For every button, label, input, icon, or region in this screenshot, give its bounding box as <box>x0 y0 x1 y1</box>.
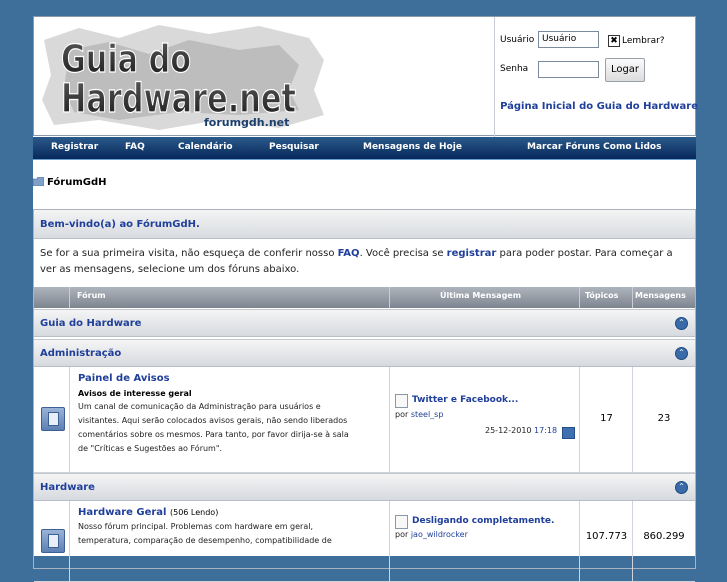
last-post-date: 25-12-2010 17:18 <box>485 426 558 435</box>
forum-description: Um canal de comunicação da Administração… <box>78 402 349 453</box>
nav-calendario[interactable]: Calendário <box>178 142 233 152</box>
category-title[interactable]: Guia do Hardware <box>40 318 141 329</box>
nav-pesquisar[interactable]: Pesquisar <box>269 142 319 152</box>
category-title[interactable]: Hardware <box>40 482 95 493</box>
col-posts: Mensagens <box>635 291 686 300</box>
forum-description: Nosso fórum principal. Problemas com har… <box>78 522 332 545</box>
last-post-user[interactable]: steel_sp <box>411 410 444 419</box>
forum-row-hardware-geral: Hardware Geral (506 Lendo) Nosso fórum p… <box>34 501 695 582</box>
remember-checkbox[interactable]: ✖ <box>608 35 620 47</box>
col-last-post: Última Mensagem <box>440 291 522 300</box>
forum-info-cell: Hardware Geral (506 Lendo) Nosso fórum p… <box>70 501 390 581</box>
header: Guia do Hardware.net forumgdh.net Usuári… <box>33 16 698 137</box>
faq-link[interactable]: FAQ <box>338 248 360 259</box>
password-label: Senha <box>500 64 529 74</box>
page: Guia do Hardware.net forumgdh.net Usuári… <box>33 16 698 582</box>
forum-viewing: (506 Lendo) <box>169 508 219 517</box>
forum-info-cell: Painel de Avisos Avisos de interesse ger… <box>70 367 390 472</box>
intro-text-2: . Você precisa se <box>359 248 447 259</box>
forum-status-icon <box>41 529 65 553</box>
navbar: Registrar FAQ Calendário Pesquisar Mensa… <box>33 137 696 160</box>
site-logo[interactable]: Guia do Hardware.net forumgdh.net <box>39 20 329 132</box>
forum-subtitle: Avisos de interesse geral <box>78 389 192 398</box>
forum-title-link[interactable]: Hardware Geral <box>78 507 167 518</box>
folder-icon <box>33 177 44 186</box>
collapse-icon[interactable]: ⌃ <box>675 317 688 330</box>
login-panel: Usuário Usuário ✖ Lembrar? Senha Logar P… <box>494 17 698 137</box>
remember-label: Lembrar? <box>622 36 665 46</box>
register-link[interactable]: registrar <box>447 248 497 259</box>
welcome-intro: Se for a sua primeira visita, não esqueç… <box>40 246 688 278</box>
category-title[interactable]: Administração <box>40 348 121 359</box>
home-link[interactable]: Página Inicial do Guia do Hardware <box>495 101 698 112</box>
forum-status-cell <box>34 501 70 581</box>
user-label: Usuário <box>500 35 535 45</box>
collapse-icon[interactable]: ⌃ <box>675 347 688 360</box>
logo-sub: forumgdh.net <box>204 116 289 129</box>
breadcrumb-forum[interactable]: FórumGdH <box>47 177 107 188</box>
last-post-title[interactable]: Desligando completamente. <box>412 516 554 526</box>
col-topics: Tópicos <box>585 291 619 300</box>
welcome-title: Bem-vindo(a) ao FórumGdH. <box>40 219 200 230</box>
forum-status-icon <box>41 407 65 431</box>
forum-title[interactable]: Painel de Avisos <box>78 373 170 384</box>
category-guia[interactable]: Guia do Hardware ⌃ <box>34 309 695 337</box>
nav-registrar[interactable]: Registrar <box>51 142 98 152</box>
last-post-title[interactable]: Twitter e Facebook... <box>412 395 518 405</box>
last-post-user[interactable]: jao_wildrocker <box>411 530 468 539</box>
login-button[interactable]: Logar <box>605 58 645 82</box>
collapse-icon[interactable]: ⌃ <box>675 481 688 494</box>
posts-cell: 860.299 <box>633 501 695 581</box>
welcome-bar: Bem-vindo(a) ao FórumGdH. <box>34 210 695 239</box>
forum-row-avisos: Painel de Avisos Avisos de interesse ger… <box>34 367 695 473</box>
post-icon <box>395 394 408 408</box>
intro-text-1: Se for a sua primeira visita, não esqueç… <box>40 248 338 259</box>
forum-title: Hardware Geral (506 Lendo) <box>78 507 218 518</box>
category-admin[interactable]: Administração ⌃ <box>34 339 695 367</box>
table-header: Fórum Última Mensagem Tópicos Mensagens <box>34 287 695 308</box>
logo-line1: Guia do <box>61 37 191 81</box>
username-input[interactable]: Usuário <box>538 31 599 48</box>
last-post-cell: Desligando completamente. por jao_wildro… <box>390 501 580 581</box>
nav-faq[interactable]: FAQ <box>125 142 145 152</box>
category-hardware[interactable]: Hardware ⌃ <box>34 473 695 501</box>
nav-marcar-lidos[interactable]: Marcar Fóruns Como Lidos <box>527 142 661 152</box>
last-post-author: por steel_sp <box>395 410 444 419</box>
topic-count: 107.773 <box>585 531 628 542</box>
password-input[interactable] <box>538 61 599 78</box>
last-post-cell: Twitter e Facebook... por steel_sp 25-12… <box>390 367 580 472</box>
post-count: 860.299 <box>643 531 685 542</box>
forum-box: Bem-vindo(a) ao FórumGdH. Se for a sua p… <box>33 209 696 582</box>
nav-mensagens-hoje[interactable]: Mensagens de Hoje <box>363 142 462 152</box>
post-count: 23 <box>657 413 671 424</box>
post-icon <box>395 515 408 529</box>
topics-cell: 17 <box>580 367 633 472</box>
posts-cell: 23 <box>633 367 695 472</box>
breadcrumb: FórumGdH <box>33 177 107 188</box>
topic-count: 17 <box>600 413 613 424</box>
col-forum: Fórum <box>77 291 106 300</box>
forum-status-cell <box>34 367 70 472</box>
topics-cell: 107.773 <box>580 501 633 581</box>
goto-last-post-icon[interactable] <box>562 427 575 439</box>
last-post-author: por jao_wildrocker <box>395 530 468 539</box>
